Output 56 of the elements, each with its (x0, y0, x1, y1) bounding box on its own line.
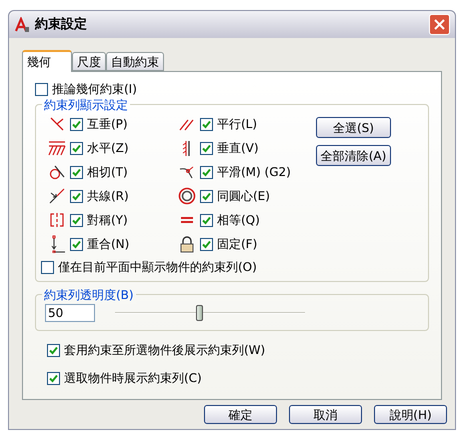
checkbox-label: 推論幾何約束(I) (52, 81, 137, 98)
checkbox[interactable] (70, 142, 83, 154)
group-title: 約束列顯示設定 (42, 96, 130, 114)
transparency-slider[interactable] (115, 304, 305, 322)
checkbox[interactable] (70, 190, 83, 202)
checkbox-label: 共線(R) (87, 188, 129, 205)
group-title: 約束列透明度(B) (42, 286, 136, 304)
checkbox[interactable] (70, 166, 83, 178)
checkbox-label: 同圓心(E) (217, 188, 270, 205)
checkbox[interactable] (70, 214, 83, 226)
checkbox[interactable] (200, 190, 213, 202)
checkbox[interactable] (200, 118, 213, 130)
checkbox-label: 僅在目前平面中顯示物件的約束列(O) (58, 259, 257, 276)
checkbox[interactable] (200, 238, 213, 250)
tab[interactable]: 自動約束 (106, 52, 164, 71)
checkbox-label: 重合(N) (87, 236, 130, 253)
checkbox[interactable] (41, 260, 54, 274)
checkbox[interactable] (200, 142, 213, 154)
checkbox[interactable] (200, 214, 213, 226)
checkbox-label: 平行(L) (217, 116, 258, 133)
checkbox-label: 相切(T) (87, 164, 128, 181)
fix-icon (178, 235, 196, 253)
close-icon (434, 19, 445, 30)
horizontal-icon (48, 139, 66, 157)
checkbox-label: 相等(Q) (217, 212, 260, 229)
checkbox[interactable] (70, 118, 83, 130)
transparency-field[interactable]: 50 (45, 304, 95, 322)
checkbox[interactable] (200, 166, 213, 178)
checkbox-label: 互垂(P) (87, 116, 128, 133)
checkbox[interactable] (35, 82, 48, 96)
dialog-button[interactable]: 確定 (204, 405, 277, 424)
symmetric-icon (48, 211, 66, 229)
app-logo-icon (14, 16, 30, 32)
action-button[interactable]: 全部清除(A) (316, 145, 391, 166)
checkbox-label: 選取物件時展示約束列(C) (64, 370, 202, 387)
tab[interactable]: 幾何 (22, 50, 72, 72)
collinear-icon (48, 187, 66, 205)
checkbox-label: 對稱(Y) (87, 212, 128, 229)
checkbox[interactable] (70, 238, 83, 250)
dialog-button[interactable]: 說明(H) (374, 405, 447, 424)
close-button[interactable] (429, 14, 450, 35)
checkbox[interactable] (47, 372, 60, 384)
perpendicular-icon (48, 115, 66, 133)
tab[interactable]: 尺度 (72, 52, 106, 71)
concentric-icon (178, 187, 196, 205)
checkbox-label: 垂直(V) (217, 140, 259, 157)
checkbox-label: 套用約束至所選物件後展示約束列(W) (64, 342, 266, 359)
checkbox-label: 固定(F) (217, 236, 258, 253)
tangent-icon (48, 163, 66, 181)
dialog-button[interactable]: 取消 (289, 405, 362, 424)
checkbox-label: 水平(Z) (87, 140, 129, 157)
action-button[interactable]: 全選(S) (316, 117, 391, 138)
window-title: 約束設定 (35, 16, 87, 34)
checkbox[interactable] (47, 344, 60, 356)
checkbox-label: 平滑(M) (G2) (217, 164, 291, 181)
slider-thumb[interactable] (196, 305, 203, 321)
